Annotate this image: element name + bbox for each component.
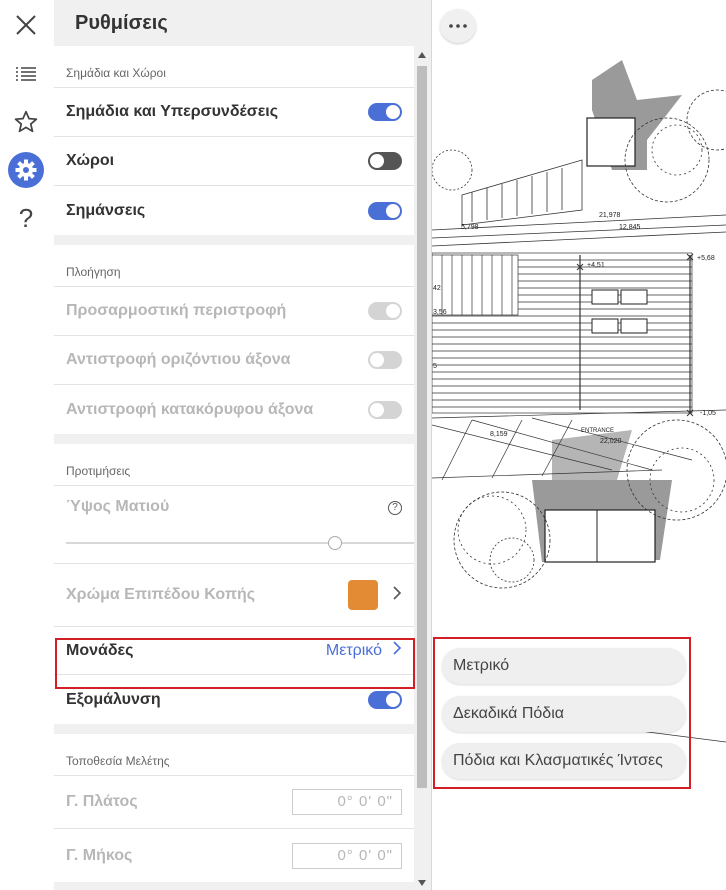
row-label: Γ. Πλάτος <box>66 793 138 810</box>
scroll-up-arrow-icon[interactable] <box>418 52 426 58</box>
row-label: Χρώμα Επιπέδου Κοπής <box>66 586 256 603</box>
units-value: Μετρικό <box>325 641 382 659</box>
annotations-toggle[interactable] <box>368 201 402 220</box>
dimension-label: 8,159 <box>490 431 508 438</box>
row-invert-horizontal: Αντιστροφή οριζόντιου άξονα <box>54 336 414 385</box>
scroll-thumb[interactable] <box>417 66 427 788</box>
unit-option-feet-fractional-inches[interactable]: Πόδια και Κλασματικές Ίντσες <box>442 743 686 779</box>
eye-height-label: Ύψος Ματιού <box>66 498 170 515</box>
spaces-toggle[interactable] <box>368 152 402 170</box>
adaptive-rotation-toggle[interactable] <box>368 302 402 320</box>
left-rail: ? <box>0 0 54 890</box>
list-icon[interactable] <box>8 56 44 92</box>
settings-panel: Ρυθμίσεις Σημάδια και Χώροι Σημάδια και … <box>54 0 432 890</box>
row-label: Αντιστροφή κατακόρυφου άξονα <box>66 400 314 418</box>
help-icon[interactable]: ? <box>388 501 402 515</box>
section-preferences: Προτιμήσεις Ύψος Ματιού ? Χρώμα Επιπέδου… <box>54 444 414 724</box>
section-navigation: Πλοήγηση Προσαρμοστική περιστροφή Αντιστ… <box>54 245 414 434</box>
row-label: Αντιστροφή οριζόντιου άξονα <box>66 351 291 368</box>
row-label: Προσαρμοστική περιστροφή <box>66 302 287 319</box>
row-units[interactable]: Μονάδες Μετρικό <box>54 626 414 675</box>
row-annotations: Σημάνσεις <box>54 186 414 235</box>
close-icon[interactable] <box>8 7 44 43</box>
scrollbar[interactable] <box>416 46 428 890</box>
row-label: Χώροι <box>66 152 115 169</box>
units-label: Μονάδες <box>66 641 134 659</box>
row-label: Σημάνσεις <box>66 201 146 219</box>
more-dots-icon <box>449 24 467 28</box>
longitude-input[interactable]: 0° 0' 0" <box>292 842 402 869</box>
chevron-right-icon <box>392 640 402 661</box>
gear-icon[interactable] <box>8 152 44 188</box>
row-eye-height: Ύψος Ματιού ? <box>54 486 414 564</box>
page-title: Ρυθμίσεις <box>75 12 168 34</box>
invert-horizontal-toggle[interactable] <box>368 351 402 369</box>
help-icon[interactable]: ? <box>8 200 44 236</box>
row-latitude: Γ. Πλάτος 0° 0' 0" <box>54 776 414 829</box>
units-menu: Μετρικό Δεκαδικά Πόδια Πόδια και Κλασματ… <box>433 637 691 789</box>
row-cut-plane-color[interactable]: Χρώμα Επιπέδου Κοπής <box>54 564 414 626</box>
section-location: Τοποθεσία Μελέτης Γ. Πλάτος 0° 0' 0" Γ. … <box>54 734 414 882</box>
row-invert-vertical: Αντιστροφή κατακόρυφου άξονα <box>54 385 414 434</box>
row-adaptive-rotation: Προσαρμοστική περιστροφή <box>54 287 414 336</box>
row-markers-hyperlinks: Σημάδια και Υπερσυνδέσεις <box>54 88 414 137</box>
dimension-label: +5,68 <box>697 255 715 262</box>
row-label: Σημάδια και Υπερσυνδέσεις <box>66 103 279 120</box>
section-header: Σημάδια και Χώροι <box>54 46 414 88</box>
section-header: Προτιμήσεις <box>54 444 414 486</box>
dimension-label: 5 <box>433 363 437 370</box>
dimension-label: 12,845 <box>619 224 641 231</box>
settings-scroll-area[interactable]: Σημάδια και Χώροι Σημάδια και Υπερσυνδέσ… <box>54 46 414 890</box>
row-label: Γ. Μήκος <box>66 846 133 864</box>
row-spaces: Χώροι <box>54 137 414 186</box>
dimension-label: +4,51 <box>587 262 605 269</box>
section-header: Τοποθεσία Μελέτης <box>54 734 414 776</box>
unit-option-decimal-feet[interactable]: Δεκαδικά Πόδια <box>442 696 686 732</box>
dimension-label: ENTRANCE <box>581 428 614 434</box>
row-label: Εξομάλυνση <box>66 690 161 708</box>
dimension-label: 5,798 <box>461 224 479 231</box>
unit-option-metric[interactable]: Μετρικό <box>442 648 686 684</box>
eye-height-track[interactable] <box>66 542 414 544</box>
dimension-label: 22,020 <box>600 438 622 445</box>
dimension-label: 3,56 <box>433 309 447 316</box>
dimension-label: 42 <box>433 285 441 292</box>
chevron-right-icon <box>392 585 402 606</box>
star-icon[interactable] <box>8 104 44 140</box>
color-swatch[interactable] <box>348 580 378 610</box>
more-options-button[interactable] <box>440 9 476 43</box>
eye-height-slider-handle[interactable] <box>327 536 342 550</box>
section-markers: Σημάδια και Χώροι Σημάδια και Υπερσυνδέσ… <box>54 46 414 235</box>
row-longitude: Γ. Μήκος 0° 0' 0" <box>54 829 414 882</box>
section-header: Πλοήγηση <box>54 245 414 287</box>
row-smoothing: Εξομάλυνση <box>54 675 414 724</box>
markers-hyperlinks-toggle[interactable] <box>368 103 402 121</box>
dimension-label: -1,05 <box>700 410 716 417</box>
dimension-label: 21,978 <box>599 212 621 219</box>
smoothing-toggle[interactable] <box>368 690 402 709</box>
latitude-input[interactable]: 0° 0' 0" <box>292 789 402 815</box>
scroll-down-arrow-icon[interactable] <box>418 880 426 886</box>
invert-vertical-toggle[interactable] <box>368 400 402 419</box>
